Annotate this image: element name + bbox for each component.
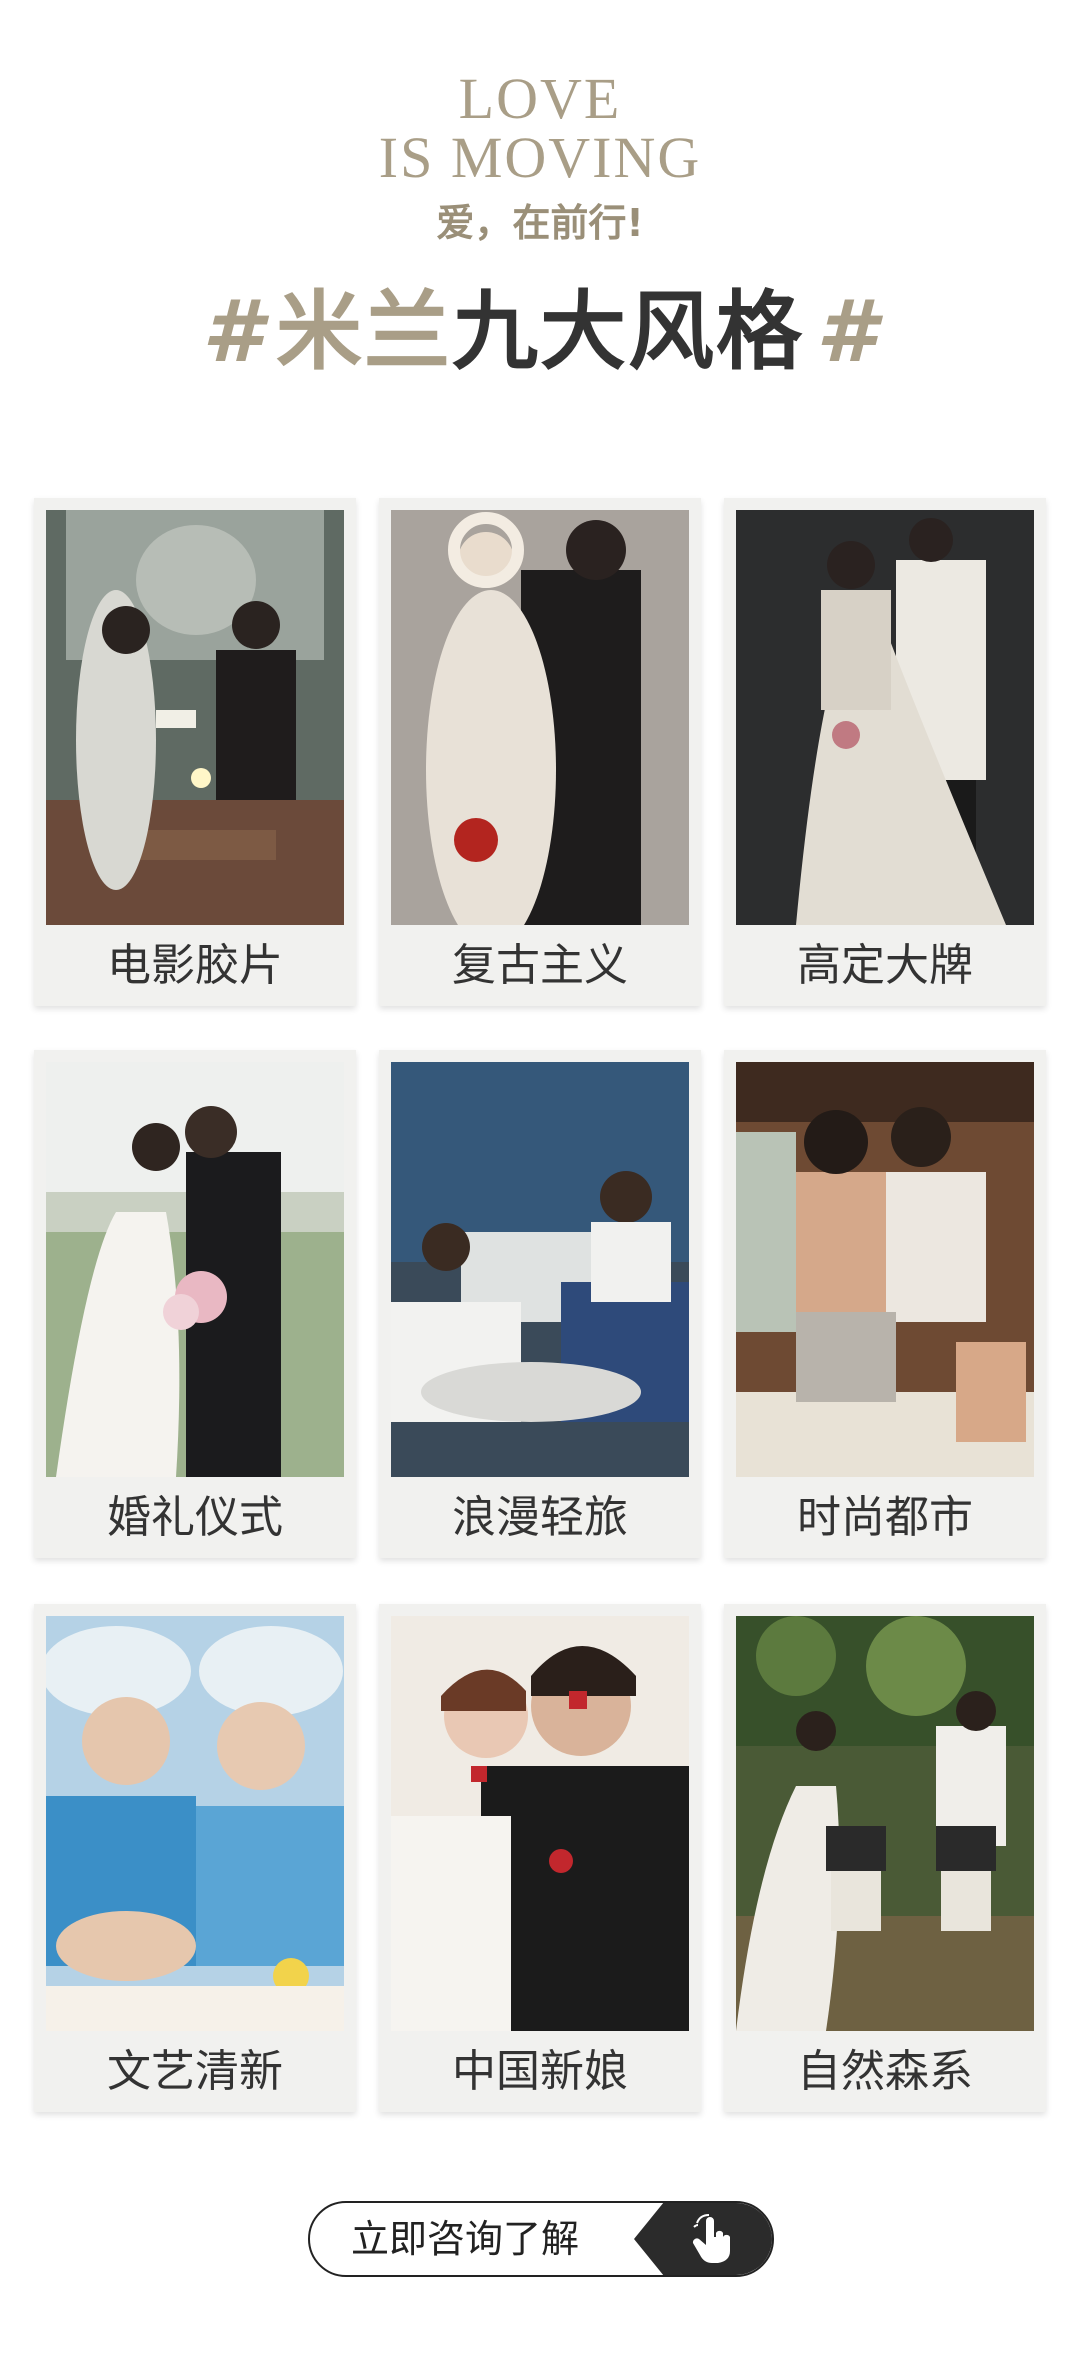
title-accent: 米兰 — [276, 282, 452, 382]
retro-photo — [391, 510, 689, 925]
style-card-couture[interactable]: 高定大牌 — [724, 498, 1046, 1006]
title-main: 九大风格 — [452, 282, 804, 382]
forest-photo — [736, 1616, 1034, 2031]
style-card-urban[interactable]: 时尚都市 — [724, 1050, 1046, 1558]
style-label: 中国新娘 — [452, 2046, 628, 2097]
page-title: # 米兰九大风格 # — [0, 282, 1080, 382]
style-label: 复古主义 — [452, 940, 628, 991]
style-card-forest[interactable]: 自然森系 — [724, 1604, 1046, 2112]
brand-line-1: LOVE — [458, 66, 622, 131]
style-card-film[interactable]: 电影胶片 — [34, 498, 356, 1006]
style-card-ceremony[interactable]: 婚礼仪式 — [34, 1050, 356, 1558]
style-card-fresh[interactable]: 文艺清新 — [34, 1604, 356, 2112]
style-label: 时尚都市 — [797, 1492, 973, 1543]
style-card-chinese-bride[interactable]: 中国新娘 — [379, 1604, 701, 2112]
couture-photo — [736, 510, 1034, 925]
style-label: 电影胶片 — [107, 940, 283, 991]
title-hash-left: # — [202, 282, 264, 382]
style-label: 自然森系 — [797, 2046, 973, 2097]
title-hash-right: # — [816, 282, 878, 382]
ceremony-photo — [46, 1062, 344, 1477]
fresh-photo — [46, 1616, 344, 2031]
style-label: 文艺清新 — [107, 2046, 283, 2097]
style-card-retro[interactable]: 复古主义 — [379, 498, 701, 1006]
brand-slogan: 爱，在前行! — [436, 201, 644, 245]
travel-photo — [391, 1062, 689, 1477]
consult-button[interactable]: 立即咨询了解 — [308, 2201, 774, 2277]
brand-line-2: IS MOVING — [378, 125, 702, 190]
film-photo — [46, 510, 344, 925]
urban-photo — [736, 1062, 1034, 1477]
chinese-bride-photo — [391, 1616, 689, 2031]
page: LOVE IS MOVING 爱，在前行! # 米兰九大风格 # 电影胶片 复古… — [0, 0, 1080, 2365]
consult-button-label: 立即咨询了解 — [350, 2217, 579, 2261]
style-label: 浪漫轻旅 — [452, 1492, 628, 1543]
style-label: 高定大牌 — [797, 940, 973, 991]
style-card-travel[interactable]: 浪漫轻旅 — [379, 1050, 701, 1558]
style-label: 婚礼仪式 — [107, 1492, 283, 1543]
tap-hand-icon — [634, 2203, 772, 2275]
brand-heading: LOVE IS MOVING 爱，在前行! — [0, 70, 1080, 247]
